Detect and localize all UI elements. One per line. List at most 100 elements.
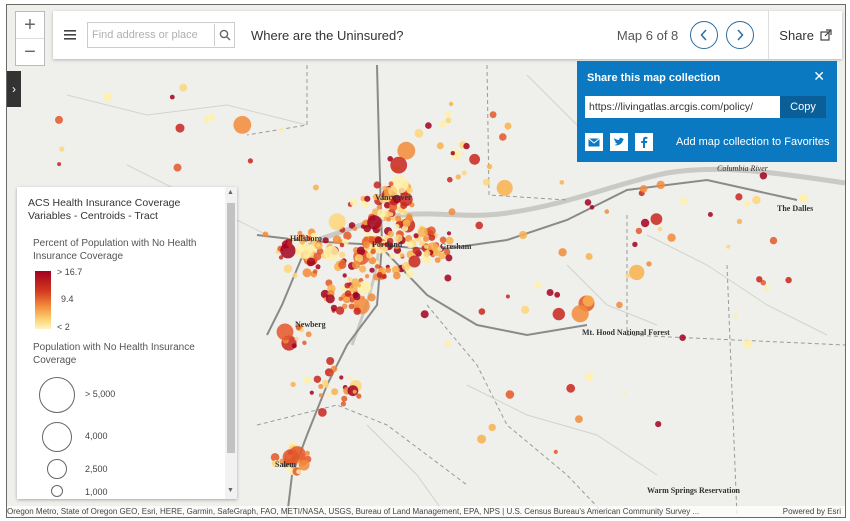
uninsured-dot[interactable]: [329, 371, 334, 376]
zoom-in-button[interactable]: +: [16, 12, 44, 38]
uninsured-dot[interactable]: [477, 434, 487, 444]
uninsured-dot[interactable]: [785, 276, 792, 284]
uninsured-dot[interactable]: [655, 421, 662, 428]
uninsured-dot[interactable]: [276, 323, 294, 341]
uninsured-dot[interactable]: [375, 264, 380, 269]
facebook-icon[interactable]: [635, 133, 653, 151]
uninsured-dot[interactable]: [103, 92, 113, 102]
uninsured-dot[interactable]: [291, 343, 297, 349]
uninsured-dot[interactable]: [445, 117, 452, 124]
uninsured-dot[interactable]: [359, 265, 367, 273]
uninsured-dot[interactable]: [303, 376, 312, 385]
uninsured-dot[interactable]: [764, 285, 770, 291]
uninsured-dot[interactable]: [370, 248, 376, 255]
uninsured-dot[interactable]: [559, 180, 565, 185]
uninsured-dot[interactable]: [298, 459, 310, 471]
uninsured-dot[interactable]: [450, 151, 455, 156]
uninsured-dot[interactable]: [325, 294, 335, 304]
uninsured-dot[interactable]: [414, 128, 424, 138]
uninsured-dot[interactable]: [585, 253, 593, 260]
uninsured-dot[interactable]: [752, 195, 761, 205]
uninsured-dot[interactable]: [357, 280, 372, 295]
uninsured-dot[interactable]: [290, 381, 296, 388]
uninsured-dot[interactable]: [340, 401, 346, 407]
share-url-field[interactable]: [585, 96, 780, 118]
uninsured-dot[interactable]: [622, 391, 627, 396]
uninsured-dot[interactable]: [326, 357, 335, 365]
uninsured-dot[interactable]: [657, 226, 663, 232]
uninsured-dot[interactable]: [735, 193, 743, 201]
uninsured-dot[interactable]: [640, 218, 650, 228]
uninsured-dot[interactable]: [394, 223, 400, 230]
uninsured-dot[interactable]: [707, 212, 713, 217]
uninsured-dot[interactable]: [313, 252, 322, 261]
uninsured-dot[interactable]: [461, 170, 467, 176]
uninsured-dot[interactable]: [339, 251, 346, 258]
uninsured-dot[interactable]: [769, 236, 778, 245]
email-icon[interactable]: [585, 133, 603, 151]
uninsured-dot[interactable]: [571, 305, 589, 323]
uninsured-dot[interactable]: [347, 385, 359, 397]
uninsured-dot[interactable]: [405, 270, 414, 279]
uninsured-dot[interactable]: [667, 233, 676, 242]
share-button[interactable]: Share: [768, 11, 842, 59]
uninsured-dot[interactable]: [327, 393, 332, 398]
uninsured-dot[interactable]: [169, 94, 175, 100]
uninsured-dot[interactable]: [439, 120, 447, 128]
uninsured-dot[interactable]: [488, 423, 496, 432]
uninsured-dot[interactable]: [347, 277, 352, 282]
uninsured-dot[interactable]: [759, 172, 768, 180]
next-map-button[interactable]: [726, 21, 755, 49]
uninsured-dot[interactable]: [341, 395, 348, 402]
uninsured-dot[interactable]: [55, 115, 63, 124]
uninsured-dot[interactable]: [402, 219, 411, 228]
menu-icon[interactable]: [53, 30, 87, 40]
uninsured-dot[interactable]: [369, 267, 375, 273]
uninsured-dot[interactable]: [469, 153, 480, 165]
uninsured-dot[interactable]: [318, 393, 323, 398]
uninsured-dot[interactable]: [582, 295, 594, 307]
uninsured-dot[interactable]: [799, 194, 808, 202]
uninsured-dot[interactable]: [296, 469, 301, 475]
uninsured-dot[interactable]: [444, 340, 452, 348]
uninsured-dot[interactable]: [377, 208, 386, 218]
uninsured-dot[interactable]: [424, 244, 429, 249]
uninsured-dot[interactable]: [400, 202, 408, 209]
uninsured-dot[interactable]: [339, 242, 345, 248]
uninsured-dot[interactable]: [446, 231, 452, 236]
uninsured-dot[interactable]: [403, 210, 408, 215]
uninsured-dot[interactable]: [173, 163, 182, 172]
uninsured-dot[interactable]: [420, 310, 429, 319]
expand-panel-button[interactable]: ›: [7, 71, 21, 107]
uninsured-dot[interactable]: [307, 244, 316, 253]
uninsured-dot[interactable]: [584, 372, 594, 382]
uninsured-dot[interactable]: [447, 176, 453, 183]
uninsured-dot[interactable]: [639, 185, 648, 193]
uninsured-dot[interactable]: [309, 390, 314, 395]
uninsured-dot[interactable]: [343, 296, 351, 303]
search-input[interactable]: [88, 24, 214, 46]
uninsured-dot[interactable]: [175, 123, 185, 133]
uninsured-dot[interactable]: [349, 198, 358, 207]
uninsured-dot[interactable]: [364, 195, 371, 202]
uninsured-dot[interactable]: [305, 331, 312, 338]
uninsured-dot[interactable]: [389, 253, 396, 259]
uninsured-dot[interactable]: [318, 384, 324, 389]
close-icon[interactable]: ✕: [813, 68, 825, 85]
uninsured-dot[interactable]: [679, 334, 686, 342]
scroll-thumb[interactable]: [227, 203, 235, 453]
uninsured-dot[interactable]: [616, 301, 623, 309]
uninsured-dot[interactable]: [283, 264, 293, 274]
uninsured-dot[interactable]: [356, 283, 361, 288]
uninsured-dot[interactable]: [367, 215, 382, 230]
uninsured-dot[interactable]: [483, 178, 491, 186]
uninsured-dot[interactable]: [406, 241, 414, 249]
uninsured-dot[interactable]: [179, 83, 188, 92]
uninsured-dot[interactable]: [352, 226, 358, 231]
uninsured-dot[interactable]: [322, 237, 329, 244]
uninsured-dot[interactable]: [349, 284, 358, 293]
uninsured-dot[interactable]: [736, 218, 743, 225]
uninsured-dot[interactable]: [302, 268, 312, 278]
uninsured-dot[interactable]: [279, 127, 284, 133]
uninsured-dot[interactable]: [395, 215, 402, 222]
